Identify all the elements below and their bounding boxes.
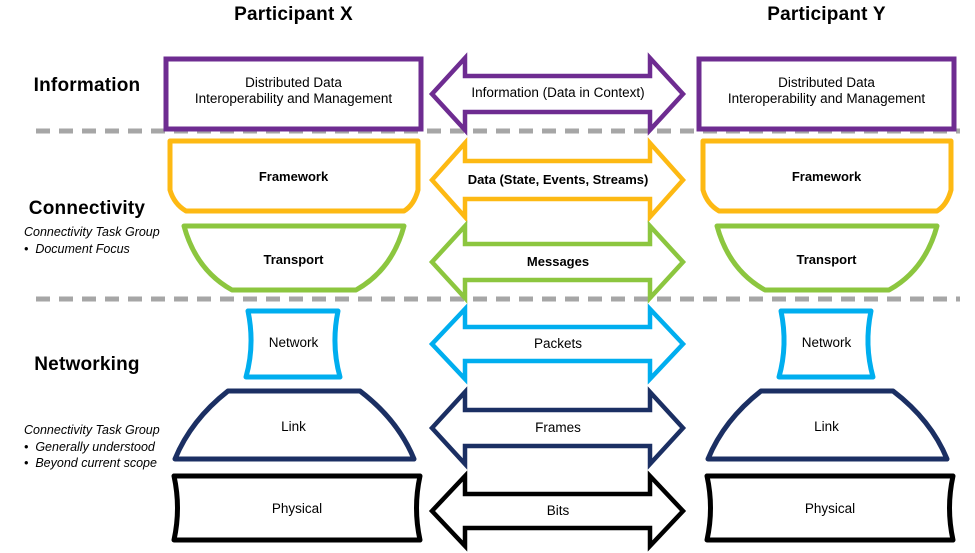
shape-information-left xyxy=(163,56,424,132)
shape-network-left xyxy=(243,308,343,380)
shape-transport-left xyxy=(181,223,407,293)
arrow-physical xyxy=(428,470,687,552)
shape-framework-left xyxy=(167,138,421,214)
shape-transport-right xyxy=(714,223,940,293)
note-heading: Connectivity Task Group xyxy=(24,225,160,239)
arrow-transport xyxy=(428,220,687,304)
shape-physical-left xyxy=(171,473,423,543)
note-heading: Connectivity Task Group xyxy=(24,423,160,437)
diagram-canvas: Participant X Participant Y Information … xyxy=(0,0,975,553)
shape-network-right xyxy=(776,308,876,380)
arrow-information xyxy=(428,52,687,136)
shape-link-left xyxy=(172,388,417,462)
arrow-link xyxy=(428,386,687,470)
shape-physical-right xyxy=(704,473,956,543)
arrow-network xyxy=(428,303,687,385)
note-bullet: Beyond current scope xyxy=(24,455,204,472)
shape-link-right xyxy=(705,388,950,462)
note-connectivity-task-group-bottom: Connectivity Task Group Generally unders… xyxy=(24,422,204,472)
arrow-framework xyxy=(428,137,687,223)
shape-information-right xyxy=(696,56,957,132)
note-bullet: Document Focus xyxy=(24,241,184,258)
shape-framework-right xyxy=(700,138,954,214)
note-bullet: Generally understood xyxy=(24,439,204,456)
note-connectivity-task-group-top: Connectivity Task Group Document Focus xyxy=(24,224,184,257)
